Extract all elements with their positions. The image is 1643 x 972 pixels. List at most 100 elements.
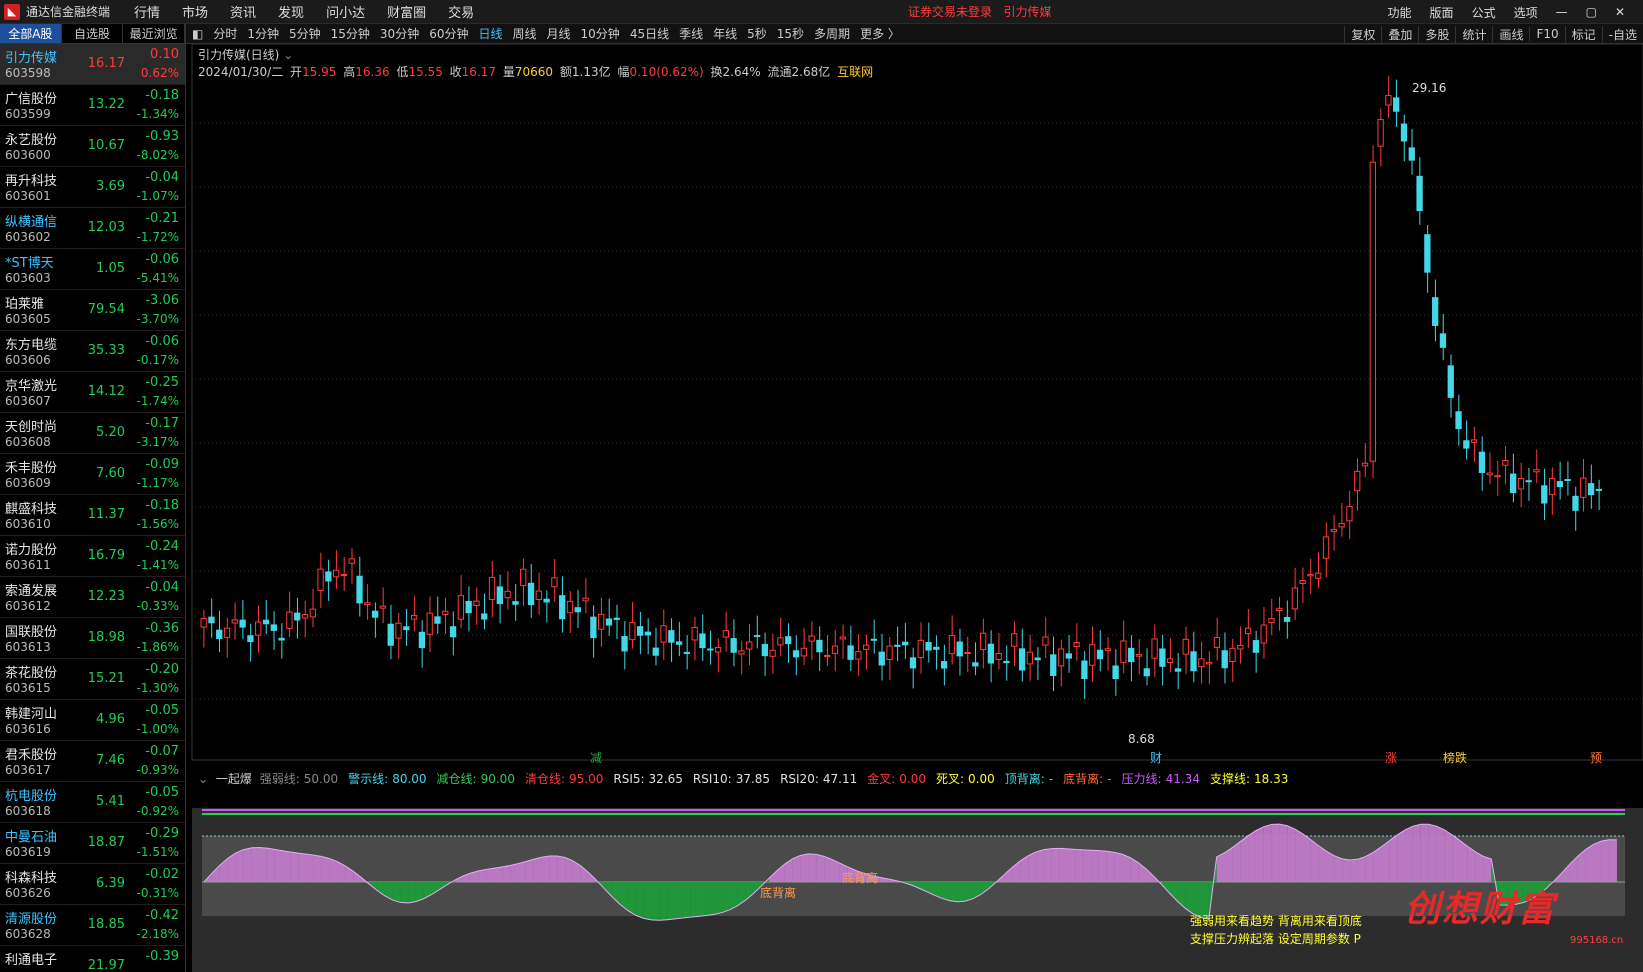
- candle-body: [418, 631, 426, 649]
- oscillator-area: [1326, 851, 1335, 882]
- oscillator-area: [565, 857, 573, 882]
- oscillator-area: [510, 863, 518, 882]
- candle-body: [738, 650, 745, 655]
- oscillator-area: [1436, 826, 1445, 882]
- oscillator-area: [251, 847, 259, 882]
- candle-body: [964, 651, 971, 655]
- oscillator-area: [957, 882, 966, 902]
- candle-body: [488, 576, 496, 600]
- candle-body: [590, 616, 597, 639]
- indicator-name[interactable]: 一起爆: [216, 772, 252, 786]
- candle-body: [605, 618, 613, 626]
- oscillator-area: [1334, 855, 1343, 882]
- candle-body: [535, 590, 542, 600]
- candle-body: [1494, 475, 1501, 478]
- oscillator-area: [1318, 845, 1327, 882]
- indicator-value: RSI10: 37.85: [692, 772, 771, 786]
- candle-body: [839, 636, 846, 640]
- candle-body: [1556, 481, 1564, 488]
- candle-body: [449, 626, 457, 638]
- candle-body: [294, 612, 301, 621]
- oscillator-area: [1444, 829, 1453, 882]
- candle-body: [1509, 473, 1517, 494]
- candle-body: [777, 637, 784, 646]
- candle-body: [371, 610, 379, 618]
- candle-body: [356, 575, 363, 604]
- event-mark: 榜跌: [1443, 750, 1467, 765]
- oscillator-area: [1279, 824, 1288, 882]
- oscillator-area: [659, 882, 668, 921]
- oscillator-area: [494, 866, 503, 882]
- candle-body: [1572, 495, 1579, 511]
- candle-body: [270, 624, 277, 631]
- candle-body: [1244, 627, 1252, 635]
- oscillator-area: [635, 882, 644, 919]
- oscillator-area: [1609, 839, 1617, 882]
- divergence-label: 底背离: [842, 870, 878, 885]
- candle-body: [325, 571, 332, 582]
- candle-body: [1447, 365, 1454, 398]
- candle-body: [792, 650, 800, 658]
- kline-chart[interactable]: 29.168.68减财涨榜跌 预底背离底背离: [0, 0, 1643, 972]
- candle-body: [668, 630, 675, 643]
- oscillator-area: [1224, 847, 1233, 882]
- candle-body: [1065, 653, 1072, 659]
- oscillator-area: [1295, 829, 1303, 882]
- candle-body: [753, 635, 761, 638]
- candle-body: [410, 614, 418, 620]
- oscillator-area: [1310, 839, 1319, 882]
- oscillator-area: [965, 882, 974, 902]
- candle-body: [948, 635, 956, 655]
- oscillator-area: [1420, 824, 1429, 882]
- oscillator-area: [1091, 850, 1099, 882]
- oscillator-area: [486, 868, 495, 882]
- candle-body: [1104, 648, 1111, 651]
- indicator-value: 顶背离: -: [1004, 772, 1054, 786]
- oscillator-area: [235, 849, 244, 882]
- candle-body: [1096, 649, 1104, 660]
- oscillator-area: [1059, 848, 1068, 882]
- indicator-value: 金叉: 0.00: [867, 772, 926, 786]
- candle-body: [1205, 661, 1213, 665]
- candle-body: [1533, 469, 1540, 473]
- oscillator-area: [1601, 839, 1610, 882]
- indicator-value: RSI20: 47.11: [780, 772, 858, 786]
- candle-body: [855, 651, 862, 660]
- candle-body: [1120, 640, 1127, 663]
- candle-body: [543, 598, 550, 603]
- candle-body: [909, 657, 917, 669]
- oscillator-area: [1452, 834, 1460, 882]
- candle-body: [395, 622, 402, 639]
- candle-body: [886, 645, 893, 660]
- candle-body: [1322, 536, 1330, 559]
- candle-body: [1455, 411, 1462, 430]
- candle-body: [785, 636, 792, 645]
- candle-body: [691, 626, 698, 641]
- candle-body: [1089, 644, 1096, 666]
- oscillator-area: [643, 882, 652, 920]
- candle-body: [574, 607, 581, 613]
- candle-body: [878, 651, 885, 666]
- oscillator-area: [714, 882, 723, 915]
- oscillator-area: [1350, 859, 1358, 882]
- oscillator-area: [541, 856, 550, 882]
- indicator-dropdown-icon[interactable]: ⌄: [198, 772, 208, 786]
- candle-body: [699, 633, 706, 649]
- oscillator-area: [1232, 841, 1241, 882]
- oscillator-area: [518, 861, 526, 882]
- candle-body: [613, 617, 620, 620]
- candle-body: [1463, 440, 1470, 449]
- oscillator-area: [290, 852, 299, 882]
- candle-body: [1424, 234, 1431, 273]
- candle-body: [208, 616, 215, 624]
- oscillator-area: [1106, 851, 1115, 882]
- candle-body: [1478, 451, 1486, 473]
- oscillator-area: [1460, 840, 1468, 882]
- candle-body: [481, 613, 488, 620]
- candle-body: [387, 623, 394, 646]
- candle-body: [216, 629, 223, 640]
- candle-body: [1385, 95, 1392, 106]
- divergence-label: 底背离: [760, 885, 796, 900]
- candle-body: [1229, 647, 1236, 663]
- oscillator-area: [549, 855, 558, 882]
